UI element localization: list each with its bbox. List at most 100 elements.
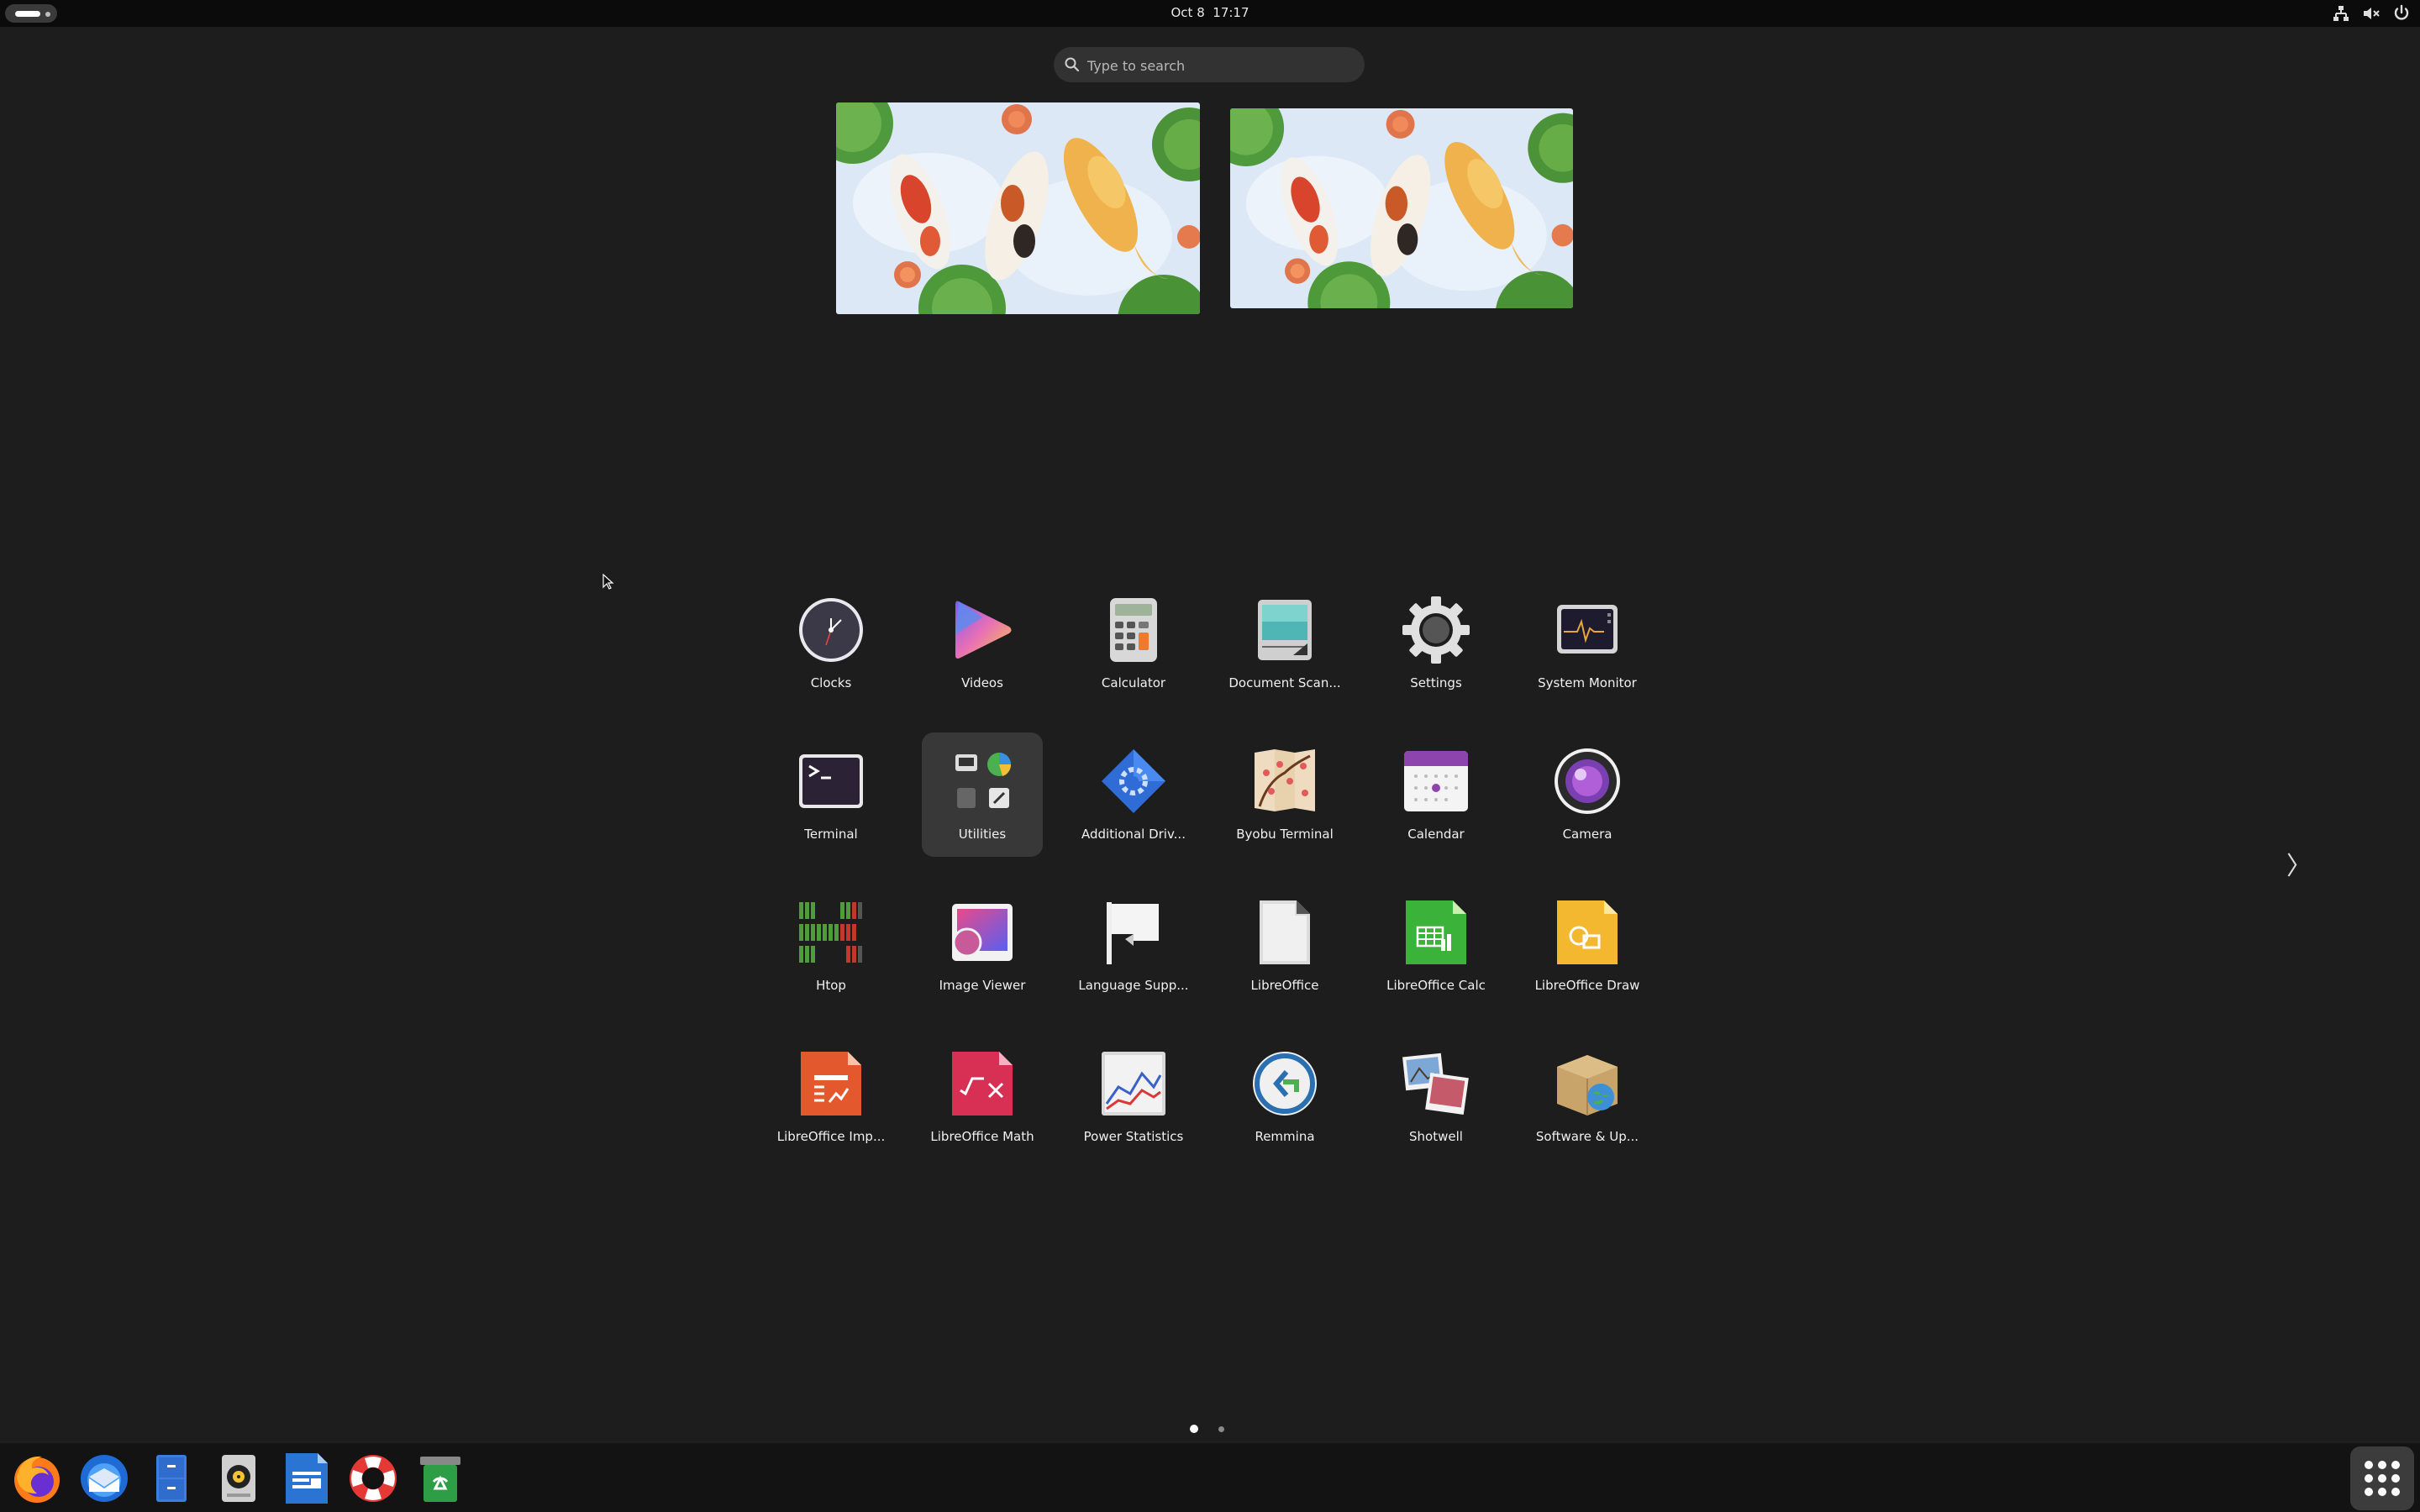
terminal-icon bbox=[799, 754, 863, 808]
libreoffice-icon bbox=[1260, 900, 1310, 964]
additional-drivers-icon bbox=[1102, 749, 1165, 813]
mouse-cursor-icon bbox=[602, 574, 614, 590]
clock-date: Oct 8 bbox=[1171, 5, 1205, 20]
app-image-viewer[interactable]: Image Viewer bbox=[922, 884, 1043, 1008]
trash-icon[interactable] bbox=[413, 1452, 467, 1505]
app-label: Byobu Terminal bbox=[1236, 827, 1334, 842]
search-box[interactable] bbox=[1054, 47, 1365, 84]
app-additional-drivers[interactable]: Additional Driv... bbox=[1073, 732, 1194, 857]
app-label: System Monitor bbox=[1538, 675, 1637, 690]
app-label: LibreOffice Calc bbox=[1386, 978, 1486, 993]
volume-muted-icon bbox=[2364, 8, 2380, 19]
workspace-indicator bbox=[45, 12, 50, 17]
app-label: Power Statistics bbox=[1083, 1129, 1184, 1144]
search-input[interactable] bbox=[1086, 47, 1358, 84]
app-remmina[interactable]: Remmina bbox=[1224, 1035, 1345, 1159]
app-label: Calendar bbox=[1407, 827, 1465, 842]
app-videos[interactable]: Videos bbox=[922, 581, 1043, 706]
system-monitor-icon bbox=[1557, 605, 1618, 654]
koi-wallpaper-image bbox=[1230, 108, 1573, 308]
app-libreoffice-calc[interactable]: LibreOffice Calc bbox=[1376, 884, 1497, 1008]
libreoffice-math-icon bbox=[952, 1052, 1013, 1116]
app-label: LibreOffice Imp... bbox=[776, 1129, 886, 1144]
clock-button[interactable]: Oct 8 17:17 bbox=[1171, 5, 1249, 20]
app-label: Utilities bbox=[958, 827, 1007, 842]
workspace-indicator-active bbox=[15, 11, 40, 17]
app-label: Language Supp... bbox=[1078, 978, 1189, 993]
calculator-icon bbox=[1110, 598, 1157, 662]
app-document-scanner[interactable]: Document Scan... bbox=[1224, 581, 1345, 706]
app-language-support[interactable]: Language Supp... bbox=[1073, 884, 1194, 1008]
app-shotwell[interactable]: Shotwell bbox=[1376, 1035, 1497, 1159]
app-power-statistics[interactable]: Power Statistics bbox=[1073, 1035, 1194, 1159]
thunderbird-icon[interactable] bbox=[77, 1452, 131, 1505]
app-label: Terminal bbox=[804, 827, 858, 842]
page-dot-1[interactable] bbox=[1190, 1425, 1198, 1433]
document-scanner-icon bbox=[1258, 600, 1312, 660]
software-package-icon bbox=[1557, 1055, 1618, 1116]
app-libreoffice-draw[interactable]: LibreOffice Draw bbox=[1527, 884, 1648, 1008]
image-viewer-icon bbox=[952, 904, 1013, 961]
page-dot-2[interactable] bbox=[1218, 1426, 1224, 1432]
settings-gear-icon bbox=[1402, 596, 1470, 664]
power-statistics-icon bbox=[1102, 1052, 1165, 1116]
help-lifebuoy-icon[interactable] bbox=[346, 1452, 400, 1505]
rhythmbox-icon[interactable] bbox=[212, 1452, 266, 1505]
app-libreoffice-impress[interactable]: LibreOffice Imp... bbox=[771, 1035, 892, 1159]
app-label: Image Viewer bbox=[939, 978, 1026, 993]
app-label: Software & Up... bbox=[1535, 1129, 1639, 1144]
app-label: Remmina bbox=[1255, 1129, 1315, 1144]
dock bbox=[0, 1443, 2420, 1512]
videos-icon bbox=[955, 601, 1012, 659]
remmina-icon bbox=[1253, 1052, 1317, 1116]
clocks-icon bbox=[799, 598, 863, 662]
page-indicator bbox=[1186, 1421, 1234, 1435]
app-label: Document Scan... bbox=[1228, 675, 1341, 690]
htop-icon bbox=[799, 902, 862, 963]
app-byobu-terminal[interactable]: Byobu Terminal bbox=[1224, 732, 1345, 857]
app-label: Htop bbox=[816, 978, 846, 993]
libreoffice-draw-icon bbox=[1557, 900, 1618, 964]
firefox-icon[interactable] bbox=[10, 1452, 64, 1505]
utilities-folder-icon bbox=[955, 753, 1012, 808]
app-htop[interactable]: Htop bbox=[771, 884, 892, 1008]
app-label: Shotwell bbox=[1409, 1129, 1463, 1144]
app-folder-utilities[interactable]: Utilities bbox=[922, 732, 1043, 857]
app-system-monitor[interactable]: System Monitor bbox=[1527, 581, 1648, 706]
network-icon bbox=[2333, 6, 2349, 21]
app-label: Settings bbox=[1410, 675, 1462, 690]
app-label: LibreOffice Math bbox=[930, 1129, 1034, 1144]
files-icon[interactable] bbox=[145, 1452, 198, 1505]
app-terminal[interactable]: Terminal bbox=[771, 732, 892, 857]
camera-icon bbox=[1555, 748, 1620, 814]
app-clocks[interactable]: Clocks bbox=[771, 581, 892, 706]
app-libreoffice-math[interactable]: LibreOffice Math bbox=[922, 1035, 1043, 1159]
top-bar: Oct 8 17:17 bbox=[0, 0, 2420, 27]
app-settings[interactable]: Settings bbox=[1376, 581, 1497, 706]
app-label: LibreOffice Draw bbox=[1534, 978, 1640, 993]
workspace-thumbnail-1[interactable] bbox=[836, 102, 1200, 314]
app-calendar[interactable]: Calendar bbox=[1376, 732, 1497, 857]
libreoffice-impress-icon bbox=[801, 1052, 861, 1116]
search-icon bbox=[1065, 57, 1080, 72]
calendar-icon bbox=[1404, 751, 1468, 811]
activities-button[interactable] bbox=[5, 4, 57, 23]
libreoffice-writer-icon[interactable] bbox=[279, 1452, 333, 1505]
workspace-thumbnail-2[interactable] bbox=[1230, 108, 1573, 308]
shotwell-icon bbox=[1402, 1053, 1469, 1115]
app-label: LibreOffice bbox=[1250, 978, 1319, 993]
app-camera[interactable]: Camera bbox=[1527, 732, 1648, 857]
next-page-arrow-icon[interactable]: 〉 bbox=[2286, 848, 2312, 885]
app-libreoffice[interactable]: LibreOffice bbox=[1224, 884, 1345, 1008]
system-tray[interactable] bbox=[2331, 3, 2412, 24]
clock-time: 17:17 bbox=[1213, 5, 1249, 20]
koi-wallpaper-image bbox=[836, 102, 1200, 314]
app-label: Videos bbox=[961, 675, 1003, 690]
power-icon bbox=[2394, 4, 2409, 20]
app-calculator[interactable]: Calculator bbox=[1073, 581, 1194, 706]
app-software-updates[interactable]: Software & Up... bbox=[1527, 1035, 1648, 1159]
show-apps-button[interactable] bbox=[2350, 1446, 2414, 1510]
flag-icon bbox=[1107, 902, 1159, 964]
app-label: Clocks bbox=[810, 675, 852, 690]
app-label: Calculator bbox=[1101, 675, 1166, 690]
